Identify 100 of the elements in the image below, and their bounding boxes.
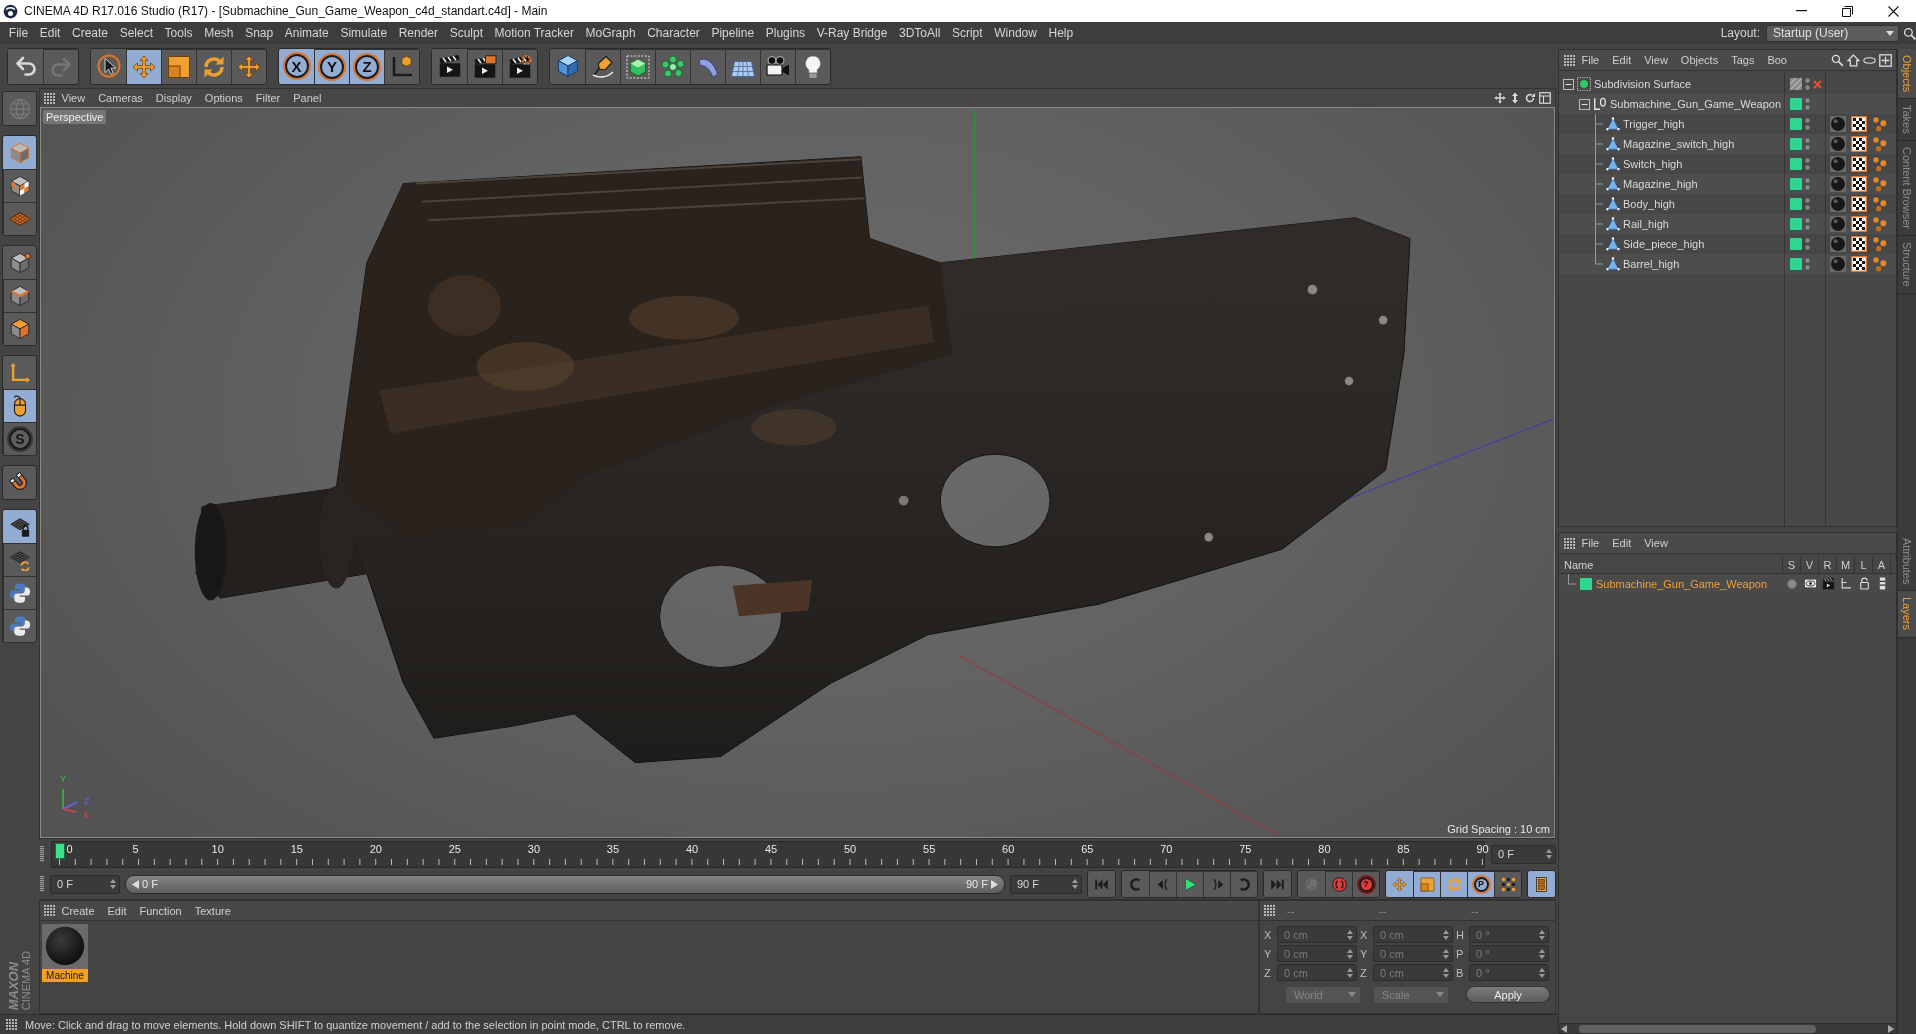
- pen-button[interactable]: [585, 48, 620, 84]
- menu-item[interactable]: Character: [641, 26, 706, 40]
- autokey-button[interactable]: [1325, 871, 1352, 897]
- workplane-mode-button[interactable]: [3, 202, 36, 235]
- menu-item[interactable]: Cameras: [91, 92, 150, 104]
- playhead[interactable]: [54, 843, 65, 859]
- menu-item[interactable]: Pipeline: [705, 26, 760, 40]
- transform-tool-button[interactable]: [231, 48, 266, 84]
- object-row[interactable]: Side_piece_high: [1559, 234, 1896, 254]
- layer-row[interactable]: Submachine_Gun_Game_Weapon: [1559, 574, 1896, 593]
- render-view-button[interactable]: [432, 48, 467, 84]
- rotation-toggle-button[interactable]: [1440, 871, 1467, 897]
- cloner-button[interactable]: [655, 48, 690, 84]
- rotate-tool-button[interactable]: [196, 48, 231, 84]
- scale-toggle-button[interactable]: [1413, 871, 1440, 897]
- menu-item[interactable]: Sculpt: [443, 26, 489, 40]
- menu-item[interactable]: Boo: [1760, 54, 1794, 66]
- menu-item[interactable]: File: [3, 26, 34, 40]
- tree-toggle-icon[interactable]: [1579, 98, 1590, 110]
- position-toggle-button[interactable]: [1386, 871, 1413, 897]
- menu-item[interactable]: Plugins: [759, 26, 811, 40]
- move-arrows-icon[interactable]: [1494, 92, 1506, 104]
- coordinate-system-button[interactable]: [384, 48, 419, 84]
- object-row[interactable]: Rail_high: [1559, 214, 1896, 234]
- menu-item[interactable]: MoGraph: [579, 26, 642, 40]
- current-frame-field[interactable]: 0 F: [1491, 844, 1556, 864]
- up-down-arrow-icon[interactable]: [1509, 92, 1521, 104]
- menu-item[interactable]: Window: [988, 26, 1043, 40]
- select-tool-button[interactable]: [91, 48, 126, 84]
- cube-button[interactable]: [550, 48, 585, 84]
- snap-button[interactable]: [2, 465, 37, 500]
- menu-item[interactable]: Simulate: [334, 26, 393, 40]
- object-row[interactable]: Subdivision Surface: [1559, 74, 1896, 94]
- search-icon[interactable]: [1903, 26, 1916, 40]
- menu-item[interactable]: Mesh: [198, 26, 240, 40]
- timeline-button[interactable]: [1527, 870, 1556, 898]
- menu-item[interactable]: File: [1575, 54, 1606, 66]
- menu-item[interactable]: Select: [113, 26, 159, 40]
- end-frame-field[interactable]: 90 F: [1010, 874, 1082, 894]
- python-script-button[interactable]: [3, 609, 36, 642]
- object-row[interactable]: Submachine_Gun_Game_Weapon: [1559, 94, 1896, 114]
- menu-item[interactable]: Edit: [33, 26, 67, 40]
- texture-mode-button[interactable]: [3, 169, 36, 202]
- undo-button[interactable]: [8, 48, 43, 84]
- preview-range-bar[interactable]: 0 F 90 F: [125, 874, 1005, 894]
- menu-item[interactable]: View: [1637, 54, 1675, 66]
- axis-mode-button[interactable]: [3, 356, 36, 389]
- tweak-mode-button[interactable]: [3, 389, 36, 422]
- side-tab[interactable]: Objects: [1898, 49, 1916, 100]
- object-row[interactable]: Magazine_switch_high: [1559, 134, 1896, 154]
- object-row[interactable]: Body_high: [1559, 194, 1896, 214]
- menu-item[interactable]: Options: [198, 92, 250, 104]
- python-script-button[interactable]: [3, 576, 36, 609]
- play-button[interactable]: [1176, 871, 1203, 897]
- axis-lock-button[interactable]: X: [279, 48, 314, 84]
- menu-item[interactable]: Filter: [249, 92, 287, 104]
- camera-button[interactable]: [760, 48, 795, 84]
- menu-item[interactable]: Objects: [1674, 54, 1725, 66]
- home-icon[interactable]: [1847, 53, 1860, 67]
- material-swatch[interactable]: Machine: [42, 924, 88, 982]
- horizontal-scrollbar[interactable]: [1559, 1023, 1896, 1033]
- menu-item[interactable]: Create: [55, 904, 102, 917]
- rotate-arrows-icon[interactable]: [1524, 92, 1536, 104]
- menu-item[interactable]: Script: [946, 26, 989, 40]
- light-button[interactable]: [795, 48, 830, 84]
- polygons-mode-button[interactable]: [3, 312, 36, 345]
- menu-item[interactable]: Panel: [286, 92, 328, 104]
- go-to-end-button[interactable]: [1263, 870, 1292, 898]
- menu-item[interactable]: V-Ray Bridge: [810, 26, 894, 40]
- point-level-toggle-button[interactable]: [1494, 871, 1521, 897]
- menu-item[interactable]: Render: [392, 26, 444, 40]
- menu-item[interactable]: Motion Tracker: [488, 26, 580, 40]
- move-tool-button[interactable]: [126, 48, 161, 84]
- search-icon[interactable]: [1831, 53, 1844, 67]
- menu-item[interactable]: Tags: [1724, 54, 1761, 66]
- tree-toggle-icon[interactable]: [1563, 78, 1574, 90]
- deformer-button[interactable]: [690, 48, 725, 84]
- menu-item[interactable]: Create: [66, 26, 114, 40]
- menu-item[interactable]: Tools: [158, 26, 199, 40]
- menu-item[interactable]: Function: [133, 904, 189, 917]
- scale-tool-button[interactable]: [161, 48, 196, 84]
- previous-key-button[interactable]: [1122, 871, 1149, 897]
- object-row[interactable]: Barrel_high: [1559, 254, 1896, 274]
- menu-item[interactable]: Help: [1042, 26, 1079, 40]
- menu-item[interactable]: 3DToAll: [893, 26, 947, 40]
- menu-item[interactable]: Edit: [101, 904, 133, 917]
- object-row[interactable]: Trigger_high: [1559, 114, 1896, 134]
- panel-layout-icon[interactable]: [1539, 92, 1551, 104]
- menu-item[interactable]: Display: [149, 92, 199, 104]
- oval-icon[interactable]: [1863, 56, 1876, 64]
- object-row[interactable]: Magazine_high: [1559, 174, 1896, 194]
- start-frame-field[interactable]: 0 F: [50, 874, 120, 894]
- menu-item[interactable]: Texture: [188, 904, 238, 917]
- menu-item[interactable]: Snap: [239, 26, 279, 40]
- render-picture-button[interactable]: [467, 48, 502, 84]
- render-settings-button[interactable]: [502, 48, 537, 84]
- menu-item[interactable]: Edit: [1605, 54, 1638, 66]
- workplane-lock-button[interactable]: [3, 510, 36, 543]
- cross-icon[interactable]: [1813, 79, 1822, 89]
- go-to-start-button[interactable]: [1087, 870, 1116, 898]
